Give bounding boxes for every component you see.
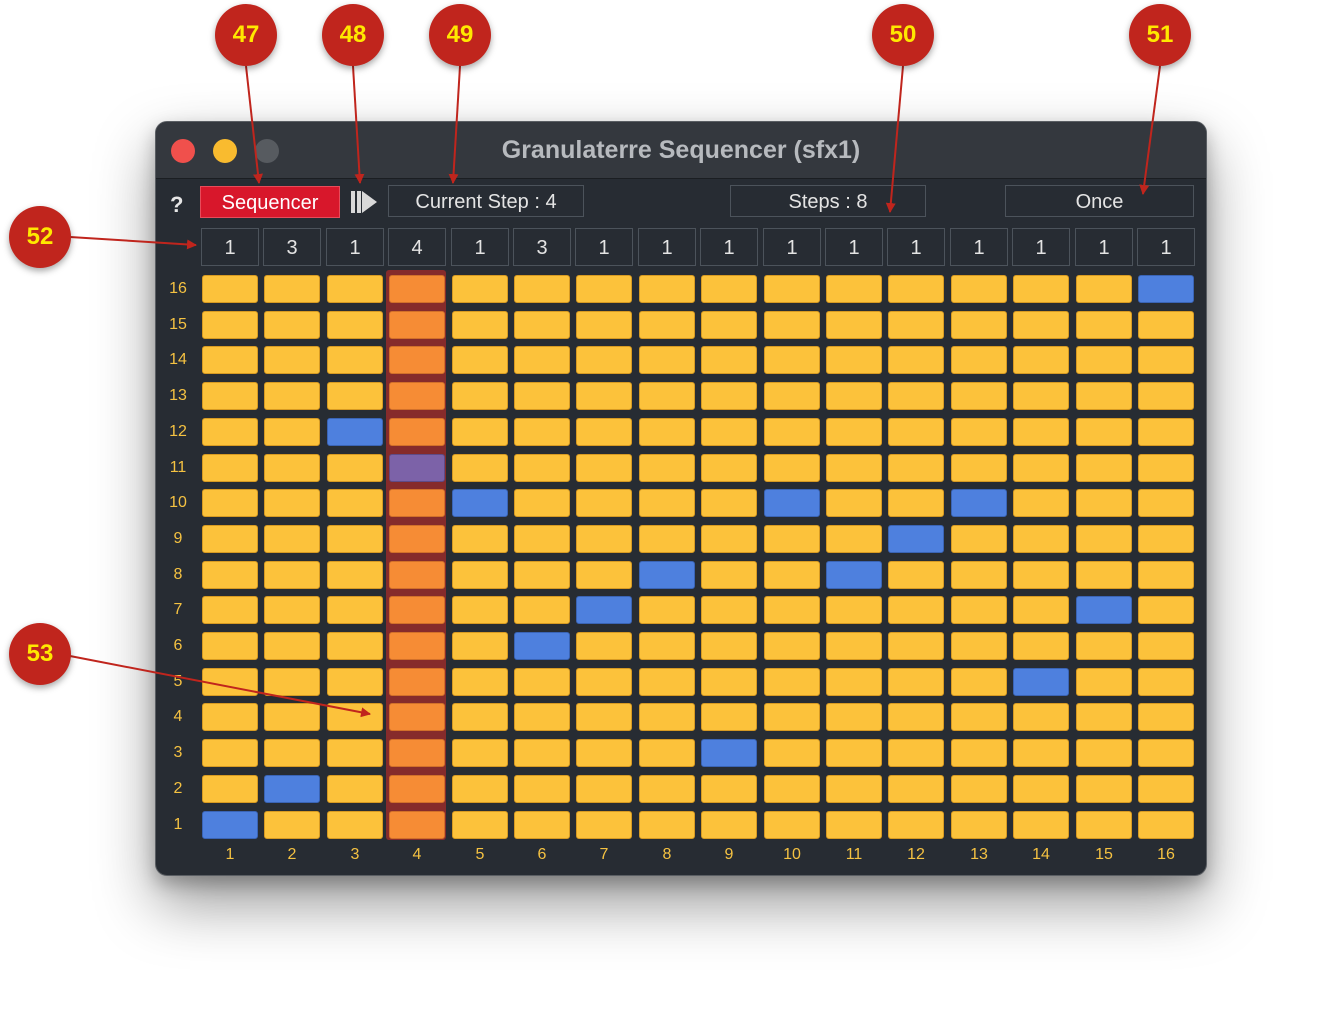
callout-arrow-47: [245, 65, 263, 184]
callout-48: 48: [322, 4, 384, 66]
callout-arrow-49: [448, 65, 461, 184]
callout-arrow-52: [69, 236, 197, 250]
callout-47: 47: [215, 4, 277, 66]
callout-arrows: [69, 65, 1161, 718]
callout-arrow-53: [69, 655, 371, 718]
callout-arrow-50: [885, 65, 904, 213]
callout-arrow-51: [1139, 65, 1161, 195]
callout-52: 52: [9, 206, 71, 268]
callout-53: 53: [9, 623, 71, 685]
callout-49: 49: [429, 4, 491, 66]
callout-50: 50: [872, 4, 934, 66]
callout-51: 51: [1129, 4, 1191, 66]
callout-arrow-48: [352, 65, 365, 184]
